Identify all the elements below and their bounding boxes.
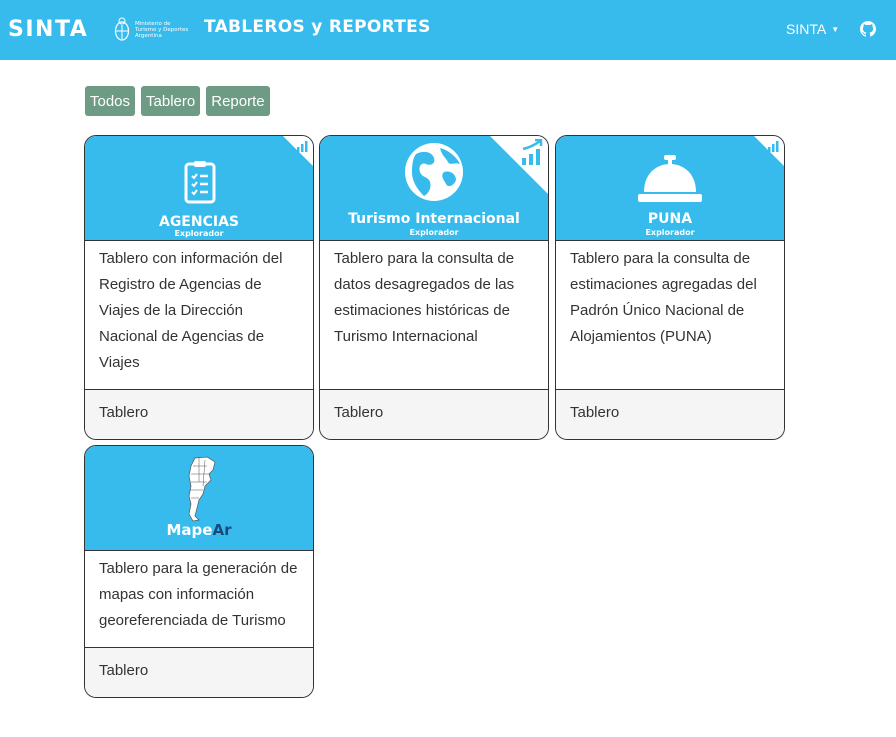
filter-tablero-button[interactable]: Tablero xyxy=(141,86,201,116)
globe-icon xyxy=(405,143,463,201)
card-title: MapeAr xyxy=(85,521,313,539)
ministry-logo: Ministerio de Turismo y Deportes Argenti… xyxy=(114,17,188,43)
card-subtitle: Explorador xyxy=(174,229,224,238)
mapear-title-part1: Mape xyxy=(166,521,213,539)
card-footer: Tablero xyxy=(85,647,313,697)
card-title: PUNA xyxy=(647,211,693,227)
card-description: Tablero para la consulta de datos desagr… xyxy=(334,250,515,345)
filter-todos-button[interactable]: Todos xyxy=(85,86,136,116)
bar-chart-icon xyxy=(297,141,308,152)
card-puna[interactable]: PUNA Explorador Tablero para la consulta… xyxy=(555,135,785,440)
card-description: Tablero para la generación de mapas con … xyxy=(99,560,298,629)
card-title: AGENCIAS xyxy=(158,214,239,230)
card-footer: Tablero xyxy=(556,389,784,439)
card-header: PUNA Explorador xyxy=(556,136,784,241)
card-turismo-internacional[interactable]: Turismo Internacional Explorador Tablero… xyxy=(319,135,549,440)
mapear-title-part2: Ar xyxy=(212,521,232,539)
card-description: Tablero para la consulta de estimaciones… xyxy=(570,250,757,345)
filter-reporte-button[interactable]: Reporte xyxy=(206,86,270,116)
card-header: MapeAr xyxy=(85,446,313,551)
card-description: Tablero con información del Registro de … xyxy=(99,250,283,371)
chevron-down-icon: ▼ xyxy=(831,24,840,34)
card-subtitle: Explorador xyxy=(409,228,459,237)
card-footer: Tablero xyxy=(320,389,548,439)
card-header: Turismo Internacional Explorador xyxy=(320,136,548,241)
user-menu-dropdown[interactable]: SINTA ▼ xyxy=(786,21,839,37)
card-title: Turismo Internacional xyxy=(348,211,520,227)
bar-chart-icon xyxy=(768,141,779,152)
user-menu-label: SINTA xyxy=(786,21,827,37)
ministry-text: Ministerio de Turismo y Deportes Argenti… xyxy=(135,21,189,39)
card-subtitle: Explorador xyxy=(645,228,695,237)
card-agencias[interactable]: AGENCIAS Explorador Tablero con informac… xyxy=(84,135,314,440)
argentina-map-icon xyxy=(188,456,216,522)
navbar: SINTA Ministerio de Turismo y Deportes A… xyxy=(0,0,896,60)
brand-logo[interactable]: SINTA xyxy=(8,17,88,42)
growth-chart-icon xyxy=(522,139,543,165)
github-icon[interactable] xyxy=(860,21,876,37)
card-footer: Tablero xyxy=(85,389,313,439)
filter-bar: Todos Tablero Reporte xyxy=(85,86,270,116)
clipboard-list-icon xyxy=(184,161,216,204)
coat-of-arms-icon xyxy=(114,17,130,41)
card-mapear[interactable]: MapeAr Tablero para la generación de map… xyxy=(84,445,314,698)
card-header: AGENCIAS Explorador xyxy=(85,136,313,241)
page-title: TABLEROS y REPORTES xyxy=(204,17,431,37)
service-bell-icon xyxy=(638,155,702,202)
